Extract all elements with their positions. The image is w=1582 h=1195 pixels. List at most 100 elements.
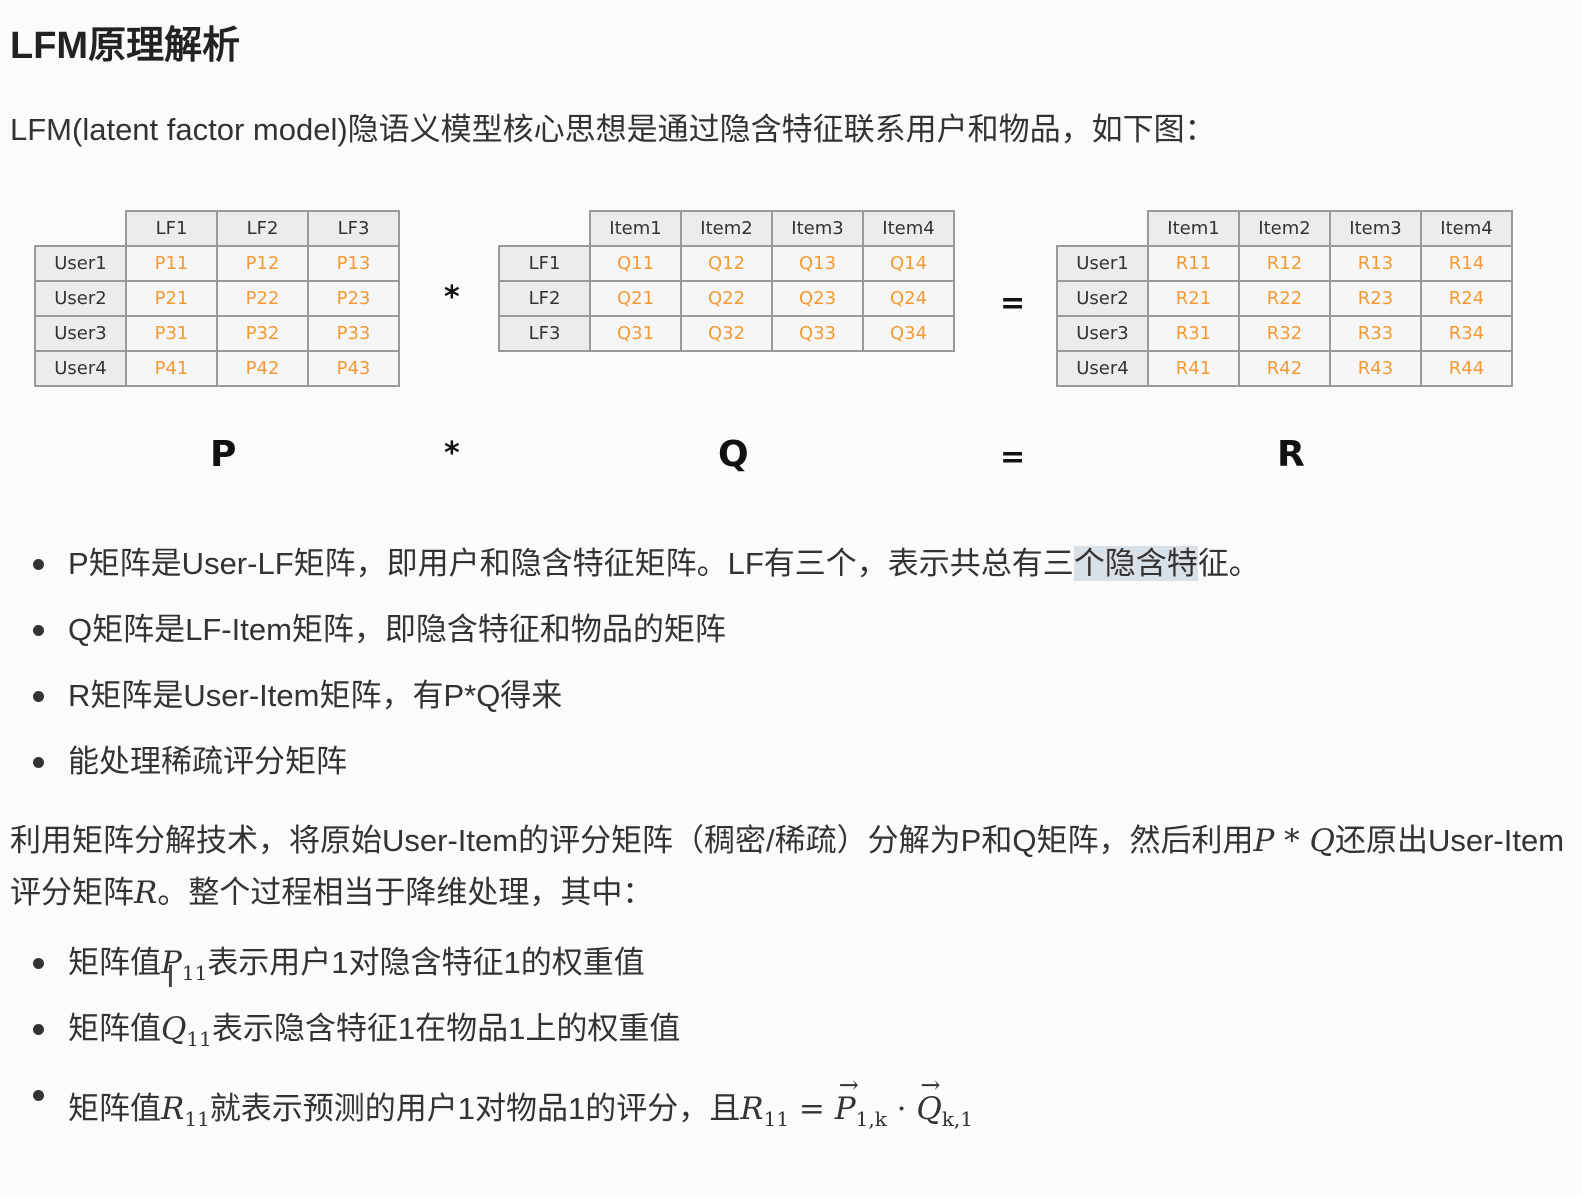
matrix-row-header: User1	[34, 245, 127, 282]
matrix-cell: Q14	[862, 245, 955, 282]
matrix-cell: R34	[1420, 315, 1513, 352]
matrix-cell: Q31	[589, 315, 682, 352]
matrix-cell: Q13	[771, 245, 864, 282]
matrix-cell: Q33	[771, 315, 864, 352]
matrix-row-header: LF3	[498, 315, 591, 352]
matrix-cell: R11	[1147, 245, 1240, 282]
matrix-cell: R44	[1420, 350, 1513, 387]
matrix-cell: Q23	[771, 280, 864, 317]
matrix-cell: P12	[216, 245, 309, 282]
matrix-cell: R42	[1238, 350, 1331, 387]
matrix-column-header: LF1	[125, 210, 218, 247]
math-expression: R	[134, 875, 158, 911]
matrix-row: User4 R41 R42 R43 R44	[1056, 350, 1513, 387]
list-item: R矩阵是User-Item矩阵，有P*Q得来	[30, 678, 1260, 744]
matrix-column-header: Item2	[680, 210, 773, 247]
matrix-corner-blank	[499, 211, 590, 246]
matrix-row: User1 P11 P12 P13	[34, 245, 400, 282]
matrix-cell: P32	[216, 315, 309, 352]
matrix-cell: R41	[1147, 350, 1240, 387]
matrix-cell: R14	[1420, 245, 1513, 282]
list-item: 能处理稀疏评分矩阵	[30, 744, 1260, 810]
matrix-row: User3 P31 P32 P33	[34, 315, 400, 352]
vector-q: Q	[916, 1067, 941, 1127]
matrix-row: User1 R11 R12 R13 R14	[1056, 245, 1513, 282]
decomposition-paragraph: 利用矩阵分解技术，将原始User-Item的评分矩阵（稠密/稀疏）分解为P和Q矩…	[10, 823, 1565, 911]
page-title: LFM原理解析	[10, 25, 241, 67]
matrix-cell: P43	[307, 350, 400, 387]
matrix-column-header: Item3	[1329, 210, 1422, 247]
matrix-row: LF1 Q11 Q12 Q13 Q14	[498, 245, 955, 282]
matrix-column-header: Item1	[589, 210, 682, 247]
matrix-cell: R22	[1238, 280, 1331, 317]
text-selection-highlight[interactable]: 个隐含特	[1073, 546, 1198, 581]
matrix-cell: Q11	[589, 245, 682, 282]
matrix-cell: P41	[125, 350, 218, 387]
matrix-row: User3 R31 R32 R33 R34	[1056, 315, 1513, 352]
matrix-corner-blank	[35, 211, 126, 246]
multiply-operator: *	[444, 280, 460, 315]
multiply-operator-label: *	[444, 436, 460, 471]
matrix-cell: R24	[1420, 280, 1513, 317]
list-item: 矩阵值Q11表示隐含特征1在物品1上的权重值	[30, 1011, 973, 1077]
matrix-cell: P11	[125, 245, 218, 282]
matrix-row-header: User3	[34, 315, 127, 352]
matrix-r-table: Item1 Item2 Item3 Item4 User1 R11 R12 R13 R14 Use…	[1056, 210, 1513, 387]
matrix-cell: Q22	[680, 280, 773, 317]
matrix-cell: Q34	[862, 315, 955, 352]
matrix-cell: P23	[307, 280, 400, 317]
math-expression: Q11	[161, 1011, 212, 1052]
matrix-description-list: P矩阵是User-LF矩阵，即用户和隐含特征矩阵。LF有三个，表示共总有三个隐含…	[30, 546, 1260, 810]
vector-p: P	[835, 1067, 859, 1127]
list-item: Q矩阵是LF-Item矩阵，即隐含特征和物品的矩阵	[30, 612, 1260, 678]
matrix-cell: Q32	[680, 315, 773, 352]
matrix-cell: P33	[307, 315, 400, 352]
list-item: 矩阵值R11就表示预测的用户1对物品1的评分，且R11 = P1,k · Qk,…	[30, 1067, 973, 1157]
matrix-column-header: LF2	[216, 210, 309, 247]
matrix-cell: R21	[1147, 280, 1240, 317]
matrix-cell: Q12	[680, 245, 773, 282]
matrix-row-header: User1	[1056, 245, 1149, 282]
matrix-column-header: Item4	[1420, 210, 1513, 247]
matrix-row: User2 P21 P22 P23	[34, 280, 400, 317]
matrix-row: User4 P41 P42 P43	[34, 350, 400, 387]
math-equation: R11 = P1,k · Qk,1	[740, 1067, 973, 1131]
matrix-row: User2 R21 R22 R23 R24	[1056, 280, 1513, 317]
matrix-cell: P31	[125, 315, 218, 352]
matrix-row-header: LF2	[498, 280, 591, 317]
matrix-p-label: P	[210, 434, 237, 475]
matrix-column-header: Item3	[771, 210, 864, 247]
math-expression: R11	[161, 1091, 210, 1132]
matrix-column-header: LF3	[307, 210, 400, 247]
matrix-row-header: User4	[1056, 350, 1149, 387]
matrix-cell: P22	[216, 280, 309, 317]
matrix-cell: Q21	[589, 280, 682, 317]
matrix-q-table: Item1 Item2 Item3 Item4 LF1 Q11 Q12 Q13 Q14 LF2 Q2…	[498, 210, 955, 352]
matrix-cell: P42	[216, 350, 309, 387]
matrix-cell: P21	[125, 280, 218, 317]
matrix-cell: R12	[1238, 245, 1331, 282]
matrix-row-header: LF1	[498, 245, 591, 282]
matrix-r-label: R	[1277, 434, 1305, 475]
matrix-cell: R33	[1329, 315, 1422, 352]
matrix-cell: R32	[1238, 315, 1331, 352]
equals-operator: =	[1000, 286, 1026, 321]
matrix-column-header: Item4	[862, 210, 955, 247]
text-cursor-icon: I	[166, 960, 175, 995]
equals-operator-label: =	[1000, 440, 1026, 475]
matrix-row-header: User2	[1056, 280, 1149, 317]
matrix-row-header: User4	[34, 350, 127, 387]
matrix-q-label: Q	[718, 434, 749, 475]
matrix-corner-blank	[1057, 211, 1148, 246]
matrix-cell: R23	[1329, 280, 1422, 317]
matrix-cell: Q24	[862, 280, 955, 317]
intro-text: LFM(latent factor model)隐语义模型核心思想是通过隐含特征…	[10, 112, 1216, 147]
list-item: P矩阵是User-LF矩阵，即用户和隐含特征矩阵。LF有三个，表示共总有三个隐含…	[30, 546, 1260, 612]
matrix-column-header: Item1	[1147, 210, 1240, 247]
matrix-cell: P13	[307, 245, 400, 282]
matrix-cell: R13	[1329, 245, 1422, 282]
matrix-p-table: LF1 LF2 LF3 User1 P11 P12 P13 User2 P21 P22 P23 Use…	[34, 210, 400, 387]
matrix-cell: R43	[1329, 350, 1422, 387]
math-expression: P * Q	[1253, 823, 1335, 859]
matrix-row-header: User2	[34, 280, 127, 317]
